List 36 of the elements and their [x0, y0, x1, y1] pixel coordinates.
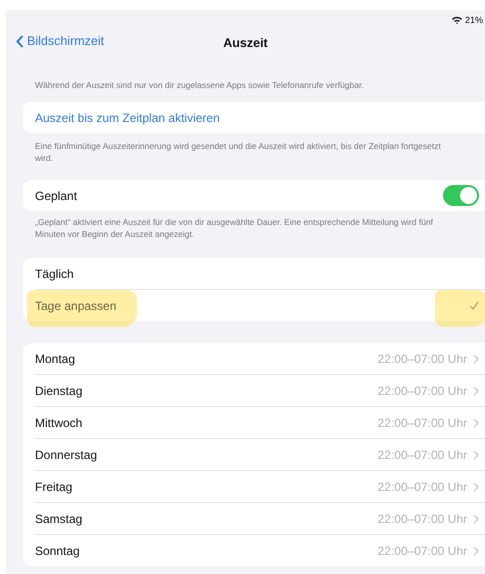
- chevron-icon: [473, 418, 479, 428]
- scheduled-note: „Geplant" aktiviert eine Auszeit für die von dir ausgewählte Dauer. Eine entsprechende Mitteilung wird fünf Minuten vor Beginn der Auszeit angezeigt.: [34, 217, 434, 240]
- checkmark-icon: [469, 301, 479, 310]
- day-label[interactable]: Donnerstag: [35, 448, 378, 462]
- time-range: 22:00–07:00 Uhr: [378, 416, 467, 430]
- day-label[interactable]: Dienstag: [35, 384, 378, 398]
- day-label[interactable]: Mittwoch: [35, 416, 378, 430]
- back-chevron-icon[interactable]: [16, 34, 24, 48]
- time-range: 22:00–07:00 Uhr: [378, 480, 467, 494]
- activate-link[interactable]: Auszeit bis zum Zeitplan aktivieren: [35, 110, 220, 125]
- day-label[interactable]: Freitag: [35, 480, 378, 494]
- back-link[interactable]: Bildschirmzeit: [16, 34, 104, 48]
- time-range: 22:00–07:00 Uhr: [378, 544, 467, 558]
- chevron-icon: [473, 546, 479, 556]
- scheduled-toggle[interactable]: [443, 185, 479, 206]
- time-range: 22:00–07:00 Uhr: [378, 512, 467, 526]
- option-label[interactable]: Tage anpassen: [35, 298, 469, 313]
- day-label[interactable]: Samstag: [35, 512, 378, 526]
- battery-percent: 21%: [464, 15, 483, 25]
- wifi-icon: [452, 16, 462, 24]
- chevron-icon: [473, 482, 479, 492]
- chevron-icon: [473, 450, 479, 460]
- activate-note: Eine fünfminütige Auszeiterinnerung wird gesendet und die Auszeit wird aktiviert, bis der Zeitplan fortgesetzt wird.: [34, 141, 442, 164]
- scheduled-label: Geplant: [35, 188, 78, 203]
- highlight-mark: [435, 290, 485, 328]
- time-range: 22:00–07:00 Uhr: [378, 384, 467, 398]
- day-label[interactable]: Montag: [35, 352, 378, 366]
- chevron-icon: [473, 354, 479, 364]
- page-title: Auszeit: [223, 36, 268, 50]
- time-range: 22:00–07:00 Uhr: [378, 448, 467, 462]
- time-range: 22:00–07:00 Uhr: [378, 352, 467, 366]
- chevron-icon: [473, 514, 479, 524]
- intro-text: Während der Auszeit sind nur von dir zugelassene Apps sowie Telefonanrufe verfügbar.: [34, 80, 365, 92]
- day-label[interactable]: Sonntag: [35, 544, 378, 558]
- option-label[interactable]: Täglich: [35, 266, 479, 281]
- chevron-icon: [473, 386, 479, 396]
